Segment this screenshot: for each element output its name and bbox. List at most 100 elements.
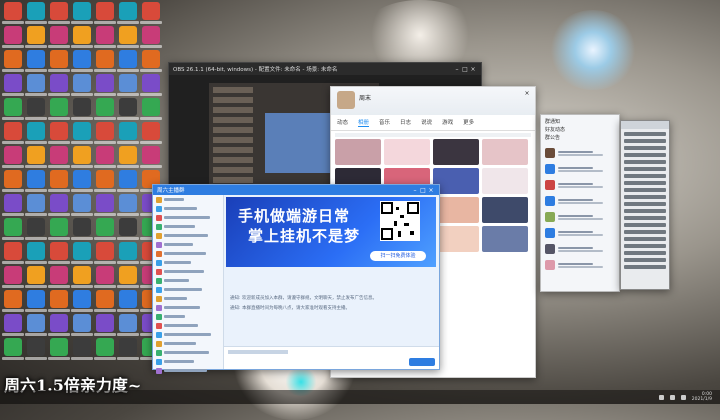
group-row[interactable] <box>624 258 666 262</box>
member-row[interactable] <box>153 366 223 375</box>
minimize-icon[interactable]: – <box>411 186 419 194</box>
desktop-app-icon[interactable] <box>27 50 45 68</box>
tab-3[interactable]: 日志 <box>400 118 411 127</box>
desktop-app-icon[interactable] <box>96 50 114 68</box>
banner-scan-button[interactable]: 扫一扫免费体验 <box>370 251 426 261</box>
desktop-app-icon[interactable] <box>4 218 22 236</box>
desktop-app-icon[interactable] <box>27 218 45 236</box>
member-row[interactable] <box>153 267 223 276</box>
desktop-app-icon[interactable] <box>4 50 22 68</box>
contacts-header-bulletin[interactable]: 群公告 <box>545 134 615 142</box>
contact-row[interactable] <box>541 145 619 161</box>
desktop-app-icon[interactable] <box>73 26 91 44</box>
desktop-app-icon[interactable] <box>119 74 137 92</box>
tab-0[interactable]: 动态 <box>337 118 348 127</box>
desktop-app-icon[interactable] <box>4 122 22 140</box>
group-row[interactable] <box>624 216 666 220</box>
desktop-app-icon[interactable] <box>50 2 68 20</box>
desktop-app-icon[interactable] <box>4 170 22 188</box>
member-row[interactable] <box>153 195 223 204</box>
media-thumbnail[interactable] <box>482 226 528 252</box>
desktop-app-icon[interactable] <box>50 50 68 68</box>
send-button[interactable] <box>409 358 435 366</box>
desktop-app-icon[interactable] <box>96 194 114 212</box>
group-row[interactable] <box>624 146 666 150</box>
member-row[interactable] <box>153 276 223 285</box>
member-row[interactable] <box>153 285 223 294</box>
desktop-app-icon[interactable] <box>73 74 91 92</box>
desktop-app-icon[interactable] <box>50 314 68 332</box>
desktop-app-icon[interactable] <box>50 266 68 284</box>
chat-toolbar[interactable] <box>228 350 288 354</box>
desktop-app-icon[interactable] <box>4 98 22 116</box>
media-thumbnail[interactable] <box>482 168 528 194</box>
contact-row[interactable] <box>541 225 619 241</box>
member-row[interactable] <box>153 294 223 303</box>
desktop-app-icon[interactable] <box>96 98 114 116</box>
minimize-icon[interactable]: – <box>453 65 461 73</box>
desktop-app-icon[interactable] <box>119 290 137 308</box>
member-row[interactable] <box>153 303 223 312</box>
desktop-app-icon[interactable] <box>4 314 22 332</box>
desktop-app-icon[interactable] <box>73 290 91 308</box>
group-row[interactable] <box>624 223 666 227</box>
desktop-app-icon[interactable] <box>119 266 137 284</box>
media-thumbnail[interactable] <box>335 139 381 165</box>
desktop-app-icon[interactable] <box>142 50 160 68</box>
group-row[interactable] <box>624 195 666 199</box>
close-icon[interactable]: × <box>469 65 477 73</box>
media-thumbnail[interactable] <box>384 139 430 165</box>
desktop-app-icon[interactable] <box>119 314 137 332</box>
desktop-app-icon[interactable] <box>4 242 22 260</box>
tab-4[interactable]: 说说 <box>421 118 432 127</box>
member-row[interactable] <box>153 240 223 249</box>
contact-row[interactable] <box>541 193 619 209</box>
desktop-app-icon[interactable] <box>142 146 160 164</box>
desktop-app-icon[interactable] <box>73 50 91 68</box>
tab-1[interactable]: 相册 <box>358 118 370 127</box>
desktop-app-icon[interactable] <box>27 74 45 92</box>
desktop-app-icon[interactable] <box>50 98 68 116</box>
desktop-app-icon[interactable] <box>119 122 137 140</box>
contacts-panel[interactable]: 群通知 好友动态 群公告 <box>540 114 620 292</box>
maximize-icon[interactable]: □ <box>461 65 469 73</box>
close-icon[interactable]: × <box>427 186 435 194</box>
desktop-app-icon[interactable] <box>142 26 160 44</box>
desktop-app-icon[interactable] <box>50 290 68 308</box>
group-row[interactable] <box>624 244 666 248</box>
media-thumbnail[interactable] <box>482 139 528 165</box>
desktop-app-icon[interactable] <box>96 170 114 188</box>
close-icon[interactable]: × <box>523 89 531 97</box>
network-icon[interactable] <box>658 394 664 400</box>
media-thumbnail[interactable] <box>482 197 528 223</box>
contacts-header-notice[interactable]: 群通知 <box>545 118 615 126</box>
desktop-app-icon[interactable] <box>4 194 22 212</box>
group-row[interactable] <box>624 188 666 192</box>
desktop-app-icon[interactable] <box>50 146 68 164</box>
desktop-app-icon[interactable] <box>119 146 137 164</box>
desktop-app-icon[interactable] <box>96 74 114 92</box>
group-row[interactable] <box>624 265 666 269</box>
desktop-app-icon[interactable] <box>50 74 68 92</box>
group-row[interactable] <box>624 160 666 164</box>
desktop-app-icon[interactable] <box>4 290 22 308</box>
desktop-app-icon[interactable] <box>119 338 137 356</box>
group-row[interactable] <box>624 237 666 241</box>
group-row[interactable] <box>624 153 666 157</box>
desktop-app-icon[interactable] <box>73 2 91 20</box>
desktop-app-icon[interactable] <box>27 314 45 332</box>
desktop-app-icon[interactable] <box>27 2 45 20</box>
desktop-app-icon[interactable] <box>96 146 114 164</box>
group-row[interactable] <box>624 202 666 206</box>
contact-row[interactable] <box>541 257 619 273</box>
member-row[interactable] <box>153 231 223 240</box>
desktop-app-icon[interactable] <box>27 122 45 140</box>
desktop-app-icon[interactable] <box>4 2 22 20</box>
desktop-app-icon[interactable] <box>73 146 91 164</box>
desktop-app-icon[interactable] <box>73 170 91 188</box>
desktop-app-icon[interactable] <box>50 194 68 212</box>
desktop-app-icon[interactable] <box>27 146 45 164</box>
desktop-app-icon[interactable] <box>96 266 114 284</box>
member-row[interactable] <box>153 330 223 339</box>
desktop-app-icon[interactable] <box>96 290 114 308</box>
